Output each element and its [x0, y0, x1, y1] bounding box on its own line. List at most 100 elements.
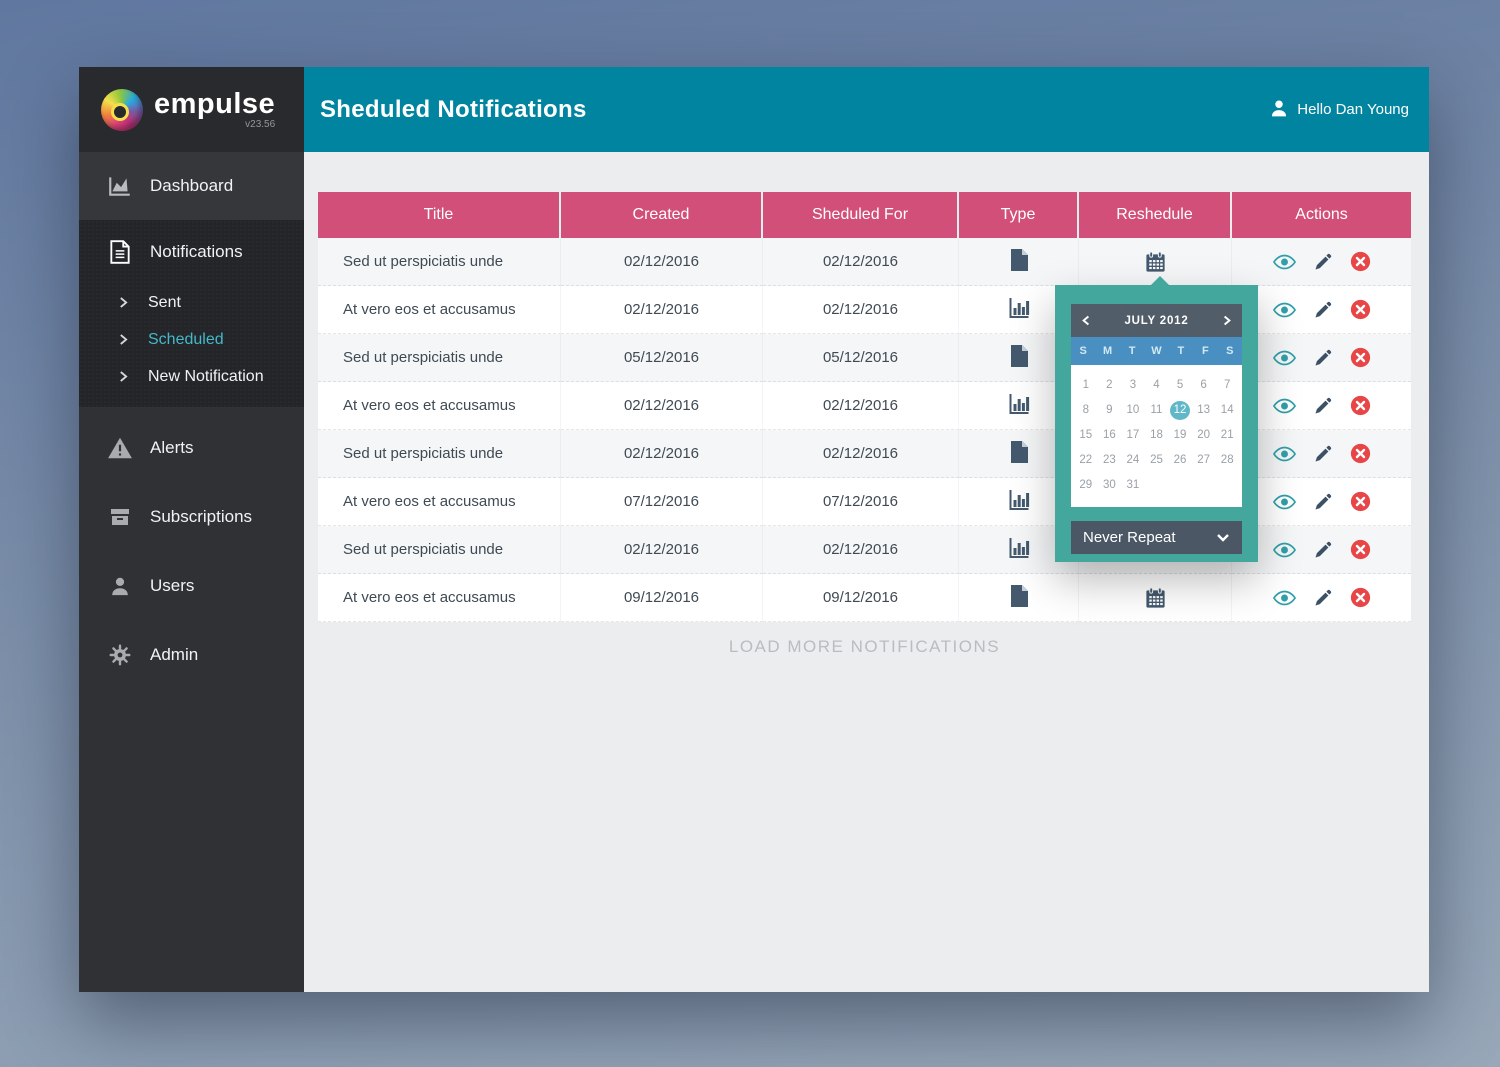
sidebar-item-subscriptions[interactable]: Subscriptions: [79, 482, 304, 551]
edit-pencil-button[interactable]: [1313, 540, 1333, 560]
calendar-day[interactable]: 7: [1217, 376, 1237, 395]
calendar-day[interactable]: 22: [1076, 451, 1096, 470]
edit-pencil-button[interactable]: [1313, 588, 1333, 608]
delete-button[interactable]: [1350, 491, 1371, 512]
delete-button[interactable]: [1350, 395, 1371, 416]
row-title: At vero eos et accusamus: [318, 478, 561, 526]
calendar-day[interactable]: 16: [1099, 426, 1119, 445]
calendar-day[interactable]: 9: [1099, 401, 1119, 420]
view-button[interactable]: [1272, 398, 1296, 414]
view-button[interactable]: [1272, 590, 1296, 606]
chart-icon: [1007, 296, 1031, 324]
previous-month-button[interactable]: [1082, 314, 1090, 327]
sidebar-item-label: Users: [150, 575, 195, 595]
row-actions-cell: [1232, 286, 1411, 334]
view-button[interactable]: [1272, 446, 1296, 462]
calendar-day[interactable]: 8: [1076, 401, 1096, 420]
reschedule-calendar-button[interactable]: [1144, 586, 1167, 610]
load-more-button[interactable]: LOAD MORE NOTIFICATIONS: [318, 637, 1411, 657]
reschedule-calendar-button[interactable]: [1144, 250, 1167, 274]
calendar-day[interactable]: 6: [1194, 376, 1214, 395]
sidebar-item-admin[interactable]: Admin: [79, 620, 304, 689]
app-window: empulse v23.56 Dashboard Notifications S…: [79, 67, 1429, 992]
delete-button[interactable]: [1350, 347, 1371, 368]
row-created: 07/12/2016: [561, 478, 763, 526]
calendar-day[interactable]: 21: [1217, 426, 1237, 445]
sidebar-item-label: Notifications: [150, 242, 243, 261]
sidebar-item-label: Dashboard: [150, 176, 234, 195]
calendar-day[interactable]: 18: [1146, 426, 1166, 445]
delete-button[interactable]: [1350, 443, 1371, 464]
edit-pencil-button[interactable]: [1313, 348, 1333, 368]
file-icon: [1009, 584, 1029, 612]
calendar-day[interactable]: 29: [1076, 476, 1096, 495]
view-button[interactable]: [1272, 542, 1296, 558]
calendar-day[interactable]: 12: [1170, 401, 1191, 420]
calendar-day[interactable]: 14: [1217, 401, 1237, 420]
calendar-day[interactable]: 23: [1099, 451, 1119, 470]
calendar-day[interactable]: 17: [1123, 426, 1143, 445]
sidebar-item-dashboard[interactable]: Dashboard: [79, 152, 304, 220]
calendar-day[interactable]: 4: [1146, 376, 1166, 395]
calendar-day[interactable]: 3: [1123, 376, 1143, 395]
sidebar-item-users[interactable]: Users: [79, 551, 304, 620]
delete-button[interactable]: [1350, 251, 1371, 272]
repeat-select[interactable]: Never Repeat: [1071, 521, 1242, 554]
calendar-day[interactable]: 30: [1099, 476, 1119, 495]
row-title: Sed ut perspiciatis unde: [318, 430, 561, 478]
user-menu[interactable]: Hello Dan Young: [1269, 98, 1409, 122]
calendar-grid: 1 2 3 4 5 6 7 8 9 10 11 12 13 14 15 16 17 18 19 20 21 22 23 24 2…: [1071, 365, 1242, 507]
calendar-day[interactable]: 11: [1146, 401, 1166, 420]
calendar-day[interactable]: 28: [1217, 451, 1237, 470]
calendar-day[interactable]: 20: [1194, 426, 1214, 445]
calendar-day[interactable]: 19: [1170, 426, 1190, 445]
calendar-day[interactable]: 13: [1194, 401, 1214, 420]
sidebar-item-alerts[interactable]: Alerts: [79, 413, 304, 482]
calendar-day[interactable]: 15: [1076, 426, 1096, 445]
edit-pencil-button[interactable]: [1313, 444, 1333, 464]
calendar-day[interactable]: 5: [1170, 376, 1190, 395]
delete-button[interactable]: [1350, 299, 1371, 320]
row-actions-cell: [1232, 574, 1411, 622]
row-created: 09/12/2016: [561, 574, 763, 622]
row-actions-cell: [1232, 238, 1411, 286]
sidebar-item-notifications[interactable]: Notifications: [79, 220, 304, 284]
next-month-button[interactable]: [1223, 314, 1231, 327]
edit-pencil-button[interactable]: [1313, 492, 1333, 512]
edit-pencil-button[interactable]: [1313, 300, 1333, 320]
calendar-month-label: JULY 2012: [1124, 314, 1189, 327]
table-row: Sed ut perspiciatis unde 02/12/2016 02/1…: [318, 238, 1411, 286]
row-type-cell: [959, 574, 1079, 622]
calendar-day[interactable]: 27: [1194, 451, 1214, 470]
sidebar-item-label: New Notification: [148, 367, 264, 385]
edit-pencil-button[interactable]: [1313, 396, 1333, 416]
calendar-day[interactable]: 2: [1099, 376, 1119, 395]
calendar-day-headers: SMTWTFS: [1071, 337, 1242, 365]
row-created: 02/12/2016: [561, 286, 763, 334]
calendar-day-header: T: [1177, 345, 1185, 357]
sidebar-item-scheduled[interactable]: Scheduled: [79, 321, 304, 358]
row-created: 02/12/2016: [561, 430, 763, 478]
calendar-day[interactable]: 31: [1123, 476, 1143, 495]
sidebar-item-new-notification[interactable]: New Notification: [79, 358, 304, 395]
chart-icon: [1007, 488, 1031, 516]
delete-button[interactable]: [1350, 539, 1371, 560]
calendar-day[interactable]: 26: [1170, 451, 1190, 470]
sidebar-item-sent[interactable]: Sent: [79, 284, 304, 321]
gear-icon: [107, 642, 133, 668]
view-button[interactable]: [1272, 350, 1296, 366]
sidebar-item-label: Scheduled: [148, 330, 224, 348]
calendar-day[interactable]: 1: [1076, 376, 1096, 395]
view-button[interactable]: [1272, 254, 1296, 270]
delete-button[interactable]: [1350, 587, 1371, 608]
view-button[interactable]: [1272, 494, 1296, 510]
edit-pencil-button[interactable]: [1313, 252, 1333, 272]
file-icon: [1009, 248, 1029, 276]
view-button[interactable]: [1272, 302, 1296, 318]
area-chart-icon: [107, 173, 133, 199]
column-header-title: Title: [318, 192, 561, 238]
calendar-day[interactable]: 24: [1123, 451, 1143, 470]
calendar-day[interactable]: 10: [1123, 401, 1143, 420]
row-scheduled: 02/12/2016: [763, 526, 959, 574]
calendar-day[interactable]: 25: [1146, 451, 1166, 470]
